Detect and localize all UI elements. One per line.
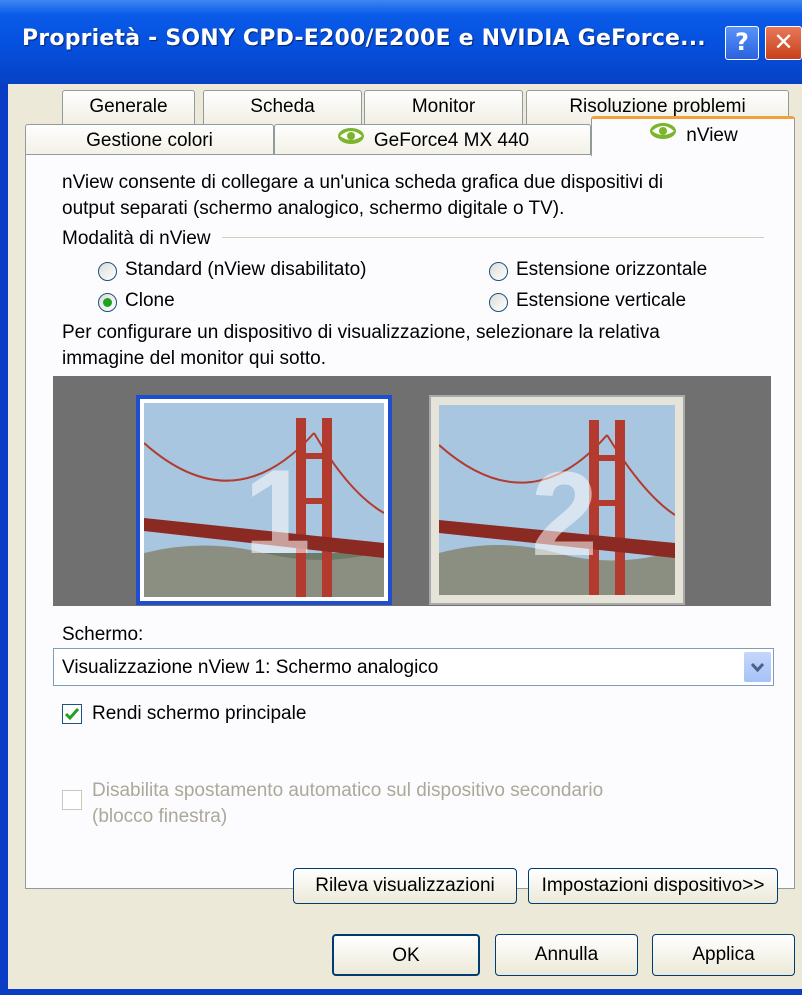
config-instruction-line-1: Per configurare un dispositivo di visual… bbox=[62, 322, 660, 343]
radio-standard-label[interactable]: Standard (nView disabilitato) bbox=[125, 259, 367, 281]
radio-standard[interactable] bbox=[98, 262, 117, 281]
tab-gestione-colori[interactable]: Gestione colori bbox=[25, 124, 274, 158]
chevron-down-icon[interactable] bbox=[744, 652, 771, 682]
mode-group-label: Modalità di nView bbox=[62, 228, 211, 249]
tab-monitor[interactable]: Monitor bbox=[364, 90, 523, 124]
nvidia-icon bbox=[336, 125, 366, 157]
screen-label: Schermo: bbox=[62, 624, 144, 645]
description-line-2: output separati (schermo analogico, sche… bbox=[62, 198, 565, 219]
monitor-1-number: 1 bbox=[244, 445, 311, 579]
radio-verticale-label[interactable]: Estensione verticale bbox=[516, 290, 686, 312]
nvidia-icon bbox=[648, 119, 678, 153]
window-title: Proprietà - SONY CPD-E200/E200E e NVIDIA… bbox=[22, 26, 706, 51]
monitor-2-number: 2 bbox=[531, 447, 598, 581]
config-instruction-line-2: immagine del monitor qui sotto. bbox=[62, 348, 327, 369]
radio-estensione-orizzontale[interactable] bbox=[489, 262, 508, 281]
checkmark-icon bbox=[64, 708, 80, 721]
tab-geforce-label: GeForce4 MX 440 bbox=[373, 130, 530, 152]
detect-displays-button[interactable]: Rileva visualizzazioni bbox=[293, 868, 517, 904]
disable-autoshift-label-1: Disabilita spostamento automatico sul di… bbox=[92, 780, 604, 801]
disable-autoshift-label-2: (blocco finestra) bbox=[92, 806, 228, 827]
help-button[interactable]: ? bbox=[725, 26, 759, 60]
radio-orizzontale-label[interactable]: Estensione orizzontale bbox=[516, 259, 707, 281]
monitor-2-thumbnail[interactable]: 2 bbox=[429, 395, 685, 605]
monitor-preview-area: 1 2 bbox=[53, 376, 771, 606]
disable-autoshift-checkbox[interactable] bbox=[62, 790, 82, 810]
tab-generale[interactable]: Generale bbox=[62, 90, 195, 124]
radio-clone[interactable] bbox=[98, 293, 117, 312]
tab-nview[interactable]: nView bbox=[591, 116, 795, 156]
screen-select[interactable]: Visualizzazione nView 1: Schermo analogi… bbox=[53, 648, 774, 686]
monitor-1-thumbnail[interactable]: 1 bbox=[136, 395, 392, 605]
ok-button[interactable]: OK bbox=[332, 934, 480, 976]
description-line-1: nView consente di collegare a un'unica s… bbox=[62, 172, 664, 193]
apply-button[interactable]: Applica bbox=[652, 934, 795, 976]
close-button[interactable]: ✕ bbox=[765, 26, 802, 60]
radio-estensione-verticale[interactable] bbox=[489, 293, 508, 312]
tab-geforce[interactable]: GeForce4 MX 440 bbox=[274, 124, 591, 158]
tab-scheda[interactable]: Scheda bbox=[203, 90, 362, 124]
primary-screen-label[interactable]: Rendi schermo principale bbox=[92, 703, 306, 725]
device-settings-button[interactable]: Impostazioni dispositivo>> bbox=[528, 868, 778, 904]
screen-select-value: Visualizzazione nView 1: Schermo analogi… bbox=[62, 657, 439, 678]
cancel-button[interactable]: Annulla bbox=[495, 934, 638, 976]
radio-clone-label[interactable]: Clone bbox=[125, 290, 175, 312]
group-divider bbox=[222, 237, 764, 238]
tab-nview-label: nView bbox=[686, 125, 738, 147]
title-bar[interactable]: Proprietà - SONY CPD-E200/E200E e NVIDIA… bbox=[0, 0, 802, 84]
primary-screen-checkbox[interactable] bbox=[62, 704, 82, 724]
